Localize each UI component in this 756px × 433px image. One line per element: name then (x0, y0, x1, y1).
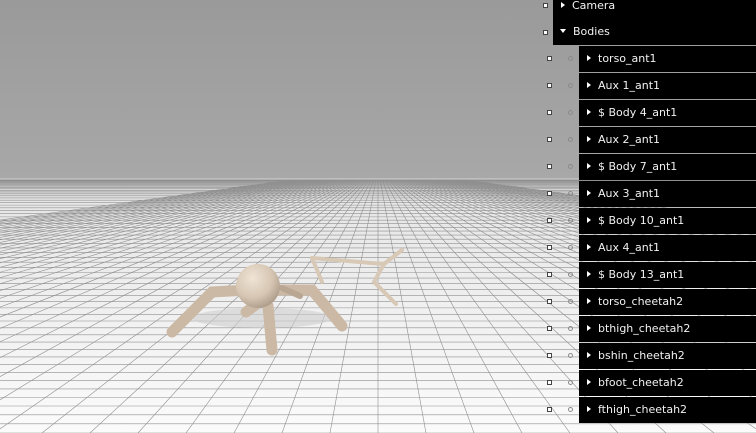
body-node[interactable]: torso_ant1 (579, 46, 756, 72)
expand-arrow-icon[interactable] (587, 55, 591, 61)
expand-arrow-icon[interactable] (587, 136, 591, 142)
body-node[interactable]: bshin_cheetah2 (579, 343, 756, 369)
body-select-radio[interactable] (568, 191, 573, 196)
body-node[interactable]: $ Body 13_ant1 (579, 262, 756, 288)
body-visibility-toggle[interactable] (547, 245, 552, 250)
body-select-radio[interactable] (568, 353, 573, 358)
body-node[interactable]: Aux 4_ant1 (579, 235, 756, 261)
body-node[interactable]: torso_cheetah2 (579, 289, 756, 315)
body-select-radio[interactable] (568, 245, 573, 250)
ant-torso (236, 264, 280, 308)
body-label: Aux 4_ant1 (598, 241, 661, 254)
body-select-radio[interactable] (568, 164, 573, 169)
expand-arrow-icon[interactable] (587, 109, 591, 115)
body-label: Aux 3_ant1 (598, 187, 661, 200)
expand-arrow-icon[interactable] (587, 325, 591, 331)
expand-arrow-icon[interactable] (561, 2, 565, 8)
body-label: $ Body 10_ant1 (598, 214, 685, 227)
body-select-radio[interactable] (568, 218, 573, 223)
body-node[interactable]: bthigh_cheetah2 (579, 316, 756, 342)
body-node[interactable]: fthigh_cheetah2 (579, 397, 756, 423)
body-visibility-toggle[interactable] (547, 218, 552, 223)
body-visibility-toggle[interactable] (547, 326, 552, 331)
body-visibility-toggle[interactable] (547, 56, 552, 61)
camera-visibility-toggle[interactable] (543, 3, 548, 8)
body-visibility-toggle[interactable] (547, 137, 552, 142)
body-node[interactable]: $ Body 7_ant1 (579, 154, 756, 180)
expand-arrow-icon[interactable] (587, 217, 591, 223)
body-select-radio[interactable] (568, 83, 573, 88)
body-label: torso_cheetah2 (598, 295, 684, 308)
body-visibility-toggle[interactable] (547, 299, 552, 304)
camera-label: Camera (572, 0, 616, 12)
body-label: $ Body 13_ant1 (598, 268, 685, 281)
body-select-radio[interactable] (568, 407, 573, 412)
body-visibility-toggle[interactable] (547, 191, 552, 196)
body-label: fthigh_cheetah2 (598, 403, 688, 416)
body-label: $ Body 4_ant1 (598, 106, 678, 119)
body-select-radio[interactable] (568, 137, 573, 142)
camera-node[interactable]: Camera (553, 0, 756, 19)
expand-arrow-icon[interactable] (587, 163, 591, 169)
expand-arrow-icon[interactable] (587, 190, 591, 196)
body-node[interactable]: bfoot_cheetah2 (579, 370, 756, 396)
body-visibility-toggle[interactable] (547, 110, 552, 115)
body-select-radio[interactable] (568, 380, 573, 385)
body-label: torso_ant1 (598, 52, 657, 65)
body-node[interactable]: Aux 3_ant1 (579, 181, 756, 207)
body-label: Aux 2_ant1 (598, 133, 661, 146)
body-visibility-toggle[interactable] (547, 83, 552, 88)
body-select-radio[interactable] (568, 56, 573, 61)
expand-arrow-icon[interactable] (587, 352, 591, 358)
body-node[interactable]: Aux 2_ant1 (579, 127, 756, 153)
expand-arrow-icon[interactable] (587, 298, 591, 304)
ant-shadow (192, 308, 332, 328)
body-node[interactable]: Aux 1_ant1 (579, 73, 756, 99)
bodies-visibility-toggle[interactable] (543, 30, 548, 35)
expand-arrow-icon[interactable] (587, 82, 591, 88)
body-visibility-toggle[interactable] (547, 272, 552, 277)
bodies-label: Bodies (573, 25, 610, 38)
body-visibility-toggle[interactable] (547, 164, 552, 169)
body-select-radio[interactable] (568, 326, 573, 331)
body-select-radio[interactable] (568, 110, 573, 115)
expand-arrow-icon[interactable] (587, 271, 591, 277)
body-select-radio[interactable] (568, 299, 573, 304)
expand-arrow-icon[interactable] (587, 406, 591, 412)
body-label: $ Body 7_ant1 (598, 160, 678, 173)
body-node[interactable]: $ Body 4_ant1 (579, 100, 756, 126)
body-visibility-toggle[interactable] (547, 407, 552, 412)
body-label: Aux 1_ant1 (598, 79, 661, 92)
body-label: bshin_cheetah2 (598, 349, 685, 362)
bodies-node[interactable]: Bodies (553, 19, 756, 45)
expand-arrow-icon[interactable] (587, 379, 591, 385)
body-label: bfoot_cheetah2 (598, 376, 684, 389)
expand-arrow-icon[interactable] (587, 244, 591, 250)
body-visibility-toggle[interactable] (547, 353, 552, 358)
body-label: bthigh_cheetah2 (598, 322, 691, 335)
collapse-arrow-icon[interactable] (560, 29, 566, 33)
body-select-radio[interactable] (568, 272, 573, 277)
body-node[interactable]: $ Body 10_ant1 (579, 208, 756, 234)
body-visibility-toggle[interactable] (547, 380, 552, 385)
